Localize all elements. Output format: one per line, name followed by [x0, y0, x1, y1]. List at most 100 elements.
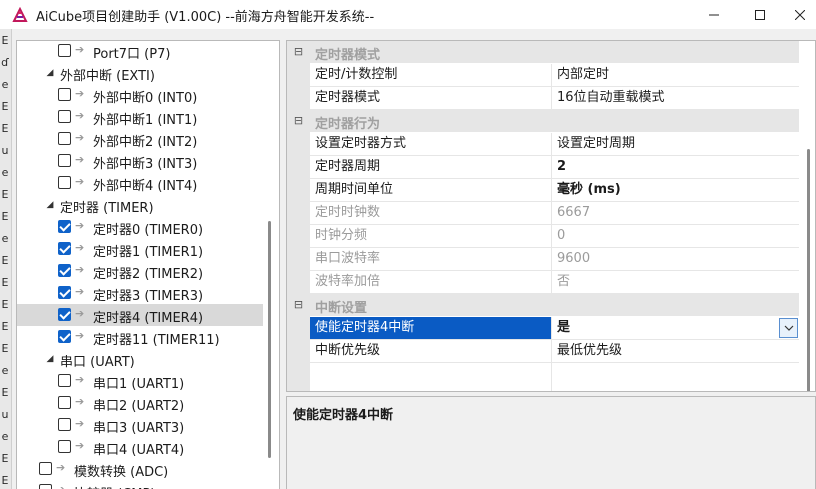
property-row[interactable]: 设置定时器方式 设置定时周期: [310, 133, 799, 156]
category-label: 定时器行为: [315, 117, 381, 132]
checkbox[interactable]: [58, 220, 71, 233]
arrow-right-icon: ➔: [75, 219, 85, 232]
checkbox[interactable]: [39, 462, 52, 475]
property-row[interactable]: 定时器模式 16位自动重载模式: [310, 87, 799, 110]
property-row[interactable]: 周期时间单位 毫秒 (ms): [310, 179, 799, 202]
tree-group-label: 串口 (UART): [60, 355, 135, 370]
checkbox[interactable]: [58, 154, 71, 167]
tree-item-9[interactable]: ➔ 定时器1 (TIMER1): [17, 238, 263, 260]
property-category[interactable]: ⊟ 定时器行为: [287, 110, 799, 132]
checkbox[interactable]: [39, 484, 52, 489]
expand-collapse-icon[interactable]: ◢: [45, 68, 55, 78]
collapse-icon[interactable]: ⊟: [293, 115, 304, 126]
property-grid[interactable]: ⊟ 定时器模式 定时/计数控制 内部定时 定时器模式 16位自动重载模式 ⊟ 定时器行为 设置定…: [286, 40, 816, 392]
tree-item-6[interactable]: ➔ 外部中断4 (INT4): [17, 172, 263, 194]
property-name: 串口波特率: [310, 248, 552, 270]
app-logo-icon: [12, 7, 28, 22]
property-value[interactable]: 内部定时: [552, 64, 799, 86]
checkbox[interactable]: [58, 308, 71, 321]
property-row[interactable]: 波特率加倍否: [310, 271, 799, 294]
property-value[interactable]: 设置定时周期: [552, 133, 799, 155]
checkbox[interactable]: [58, 176, 71, 189]
tree-item-8[interactable]: ➔ 定时器0 (TIMER0): [17, 216, 263, 238]
property-name: 定时器周期: [310, 156, 552, 178]
checkbox[interactable]: [58, 286, 71, 299]
arrow-right-icon: ➔: [75, 241, 85, 254]
property-value[interactable]: 16位自动重载模式: [552, 87, 799, 109]
property-name: 时钟分频: [310, 225, 552, 247]
property-value[interactable]: 是: [552, 317, 799, 339]
property-row[interactable]: 中断优先级 最低优先级: [310, 340, 799, 363]
tree-item-16[interactable]: ➔ 串口2 (UART2): [17, 392, 263, 414]
tree-item-3[interactable]: ➔ 外部中断1 (INT1): [17, 106, 263, 128]
background-window-glyph: E: [1, 452, 9, 465]
checkbox[interactable]: [58, 440, 71, 453]
property-value[interactable]: 毫秒 (ms): [552, 179, 799, 201]
collapse-icon[interactable]: ⊟: [293, 46, 304, 57]
property-value[interactable]: 2: [552, 156, 799, 178]
checkbox[interactable]: [58, 110, 71, 123]
tree-item-0[interactable]: ➔ Port7口 (P7): [17, 41, 263, 62]
property-row[interactable]: 串口波特率 9600: [310, 248, 799, 271]
property-row[interactable]: 时钟分频 0: [310, 225, 799, 248]
tree-item-13[interactable]: ➔ 定时器11 (TIMER11): [17, 326, 263, 348]
tree-item-5[interactable]: ➔ 外部中断3 (INT3): [17, 150, 263, 172]
tree-group-7[interactable]: ◢ 定时器 (TIMER): [17, 194, 263, 216]
tree-item-label: 定时器0 (TIMER0): [93, 223, 204, 238]
tree-item-11[interactable]: ➔ 定时器3 (TIMER3): [17, 282, 263, 304]
tree-item-15[interactable]: ➔ 串口1 (UART1): [17, 370, 263, 392]
property-row[interactable]: 定时器周期 2: [310, 156, 799, 179]
expand-collapse-icon[interactable]: ◢: [45, 354, 55, 364]
property-row[interactable]: 定时时钟数 6667: [310, 202, 799, 225]
category-label: 定时器模式: [315, 48, 381, 63]
property-row[interactable]: 定时/计数控制 内部定时: [310, 64, 799, 87]
tree-item-19[interactable]: ➔ 模数转换 (ADC): [17, 458, 263, 480]
property-category[interactable]: ⊟ 定时器模式: [287, 41, 799, 63]
arrow-right-icon: ➔: [75, 307, 85, 320]
checkbox[interactable]: [58, 242, 71, 255]
arrow-right-icon: ➔: [75, 153, 85, 166]
background-window-glyph: E: [1, 254, 9, 267]
property-grid-scrollbar-thumb[interactable]: [807, 149, 810, 391]
close-button[interactable]: [783, 0, 816, 29]
property-category[interactable]: ⊟ 中断设置: [287, 294, 799, 316]
property-name: 定时时钟数: [310, 202, 552, 224]
property-value[interactable]: 最低优先级: [552, 340, 799, 362]
background-window-glyph: e: [1, 78, 9, 91]
checkbox[interactable]: [58, 132, 71, 145]
checkbox[interactable]: [58, 264, 71, 277]
tree-item-18[interactable]: ➔ 串口4 (UART4): [17, 436, 263, 458]
expand-collapse-icon[interactable]: ◢: [45, 200, 55, 210]
property-description-panel: 使能定时器4中断: [286, 396, 816, 489]
checkbox[interactable]: [58, 396, 71, 409]
minimize-button[interactable]: [691, 0, 737, 29]
tree-item-label: Port7口 (P7): [93, 47, 171, 62]
tree-group-1[interactable]: ◢ 外部中断 (EXTI): [17, 62, 263, 84]
background-window-edge: EɗeEEueEEeEEEEEeEueEE: [0, 29, 12, 489]
tree-item-12[interactable]: ➔ 定时器4 (TIMER4): [17, 304, 263, 326]
property-name: 定时/计数控制: [310, 64, 552, 86]
minimize-icon: [709, 14, 719, 15]
checkbox[interactable]: [58, 44, 71, 57]
dropdown-button[interactable]: [779, 318, 798, 338]
arrow-right-icon: ➔: [75, 175, 85, 188]
arrow-right-icon: ➔: [75, 87, 85, 100]
background-window-glyph: E: [1, 122, 9, 135]
checkbox[interactable]: [58, 374, 71, 387]
tree-item-2[interactable]: ➔ 外部中断0 (INT0): [17, 84, 263, 106]
tree-item-10[interactable]: ➔ 定时器2 (TIMER2): [17, 260, 263, 282]
property-name: 设置定时器方式: [310, 133, 552, 155]
maximize-button[interactable]: [737, 0, 783, 29]
checkbox[interactable]: [58, 88, 71, 101]
tree-item-17[interactable]: ➔ 串口3 (UART3): [17, 414, 263, 436]
checkbox[interactable]: [58, 418, 71, 431]
tree-item-20[interactable]: ➔ 比较器 (CMP): [17, 480, 263, 489]
tree-item-4[interactable]: ➔ 外部中断2 (INT2): [17, 128, 263, 150]
peripheral-tree[interactable]: ➔ Port7口 (P7) ◢ 外部中断 (EXTI) ➔ 外部中断0 (INT0) ➔ 外部…: [16, 40, 280, 489]
tree-item-label: 定时器3 (TIMER3): [93, 289, 204, 304]
tree-group-14[interactable]: ◢ 串口 (UART): [17, 348, 263, 370]
collapse-icon[interactable]: ⊟: [293, 299, 304, 310]
checkbox[interactable]: [58, 330, 71, 343]
property-row[interactable]: 使能定时器4中断是: [310, 317, 799, 340]
tree-scrollbar-thumb[interactable]: [268, 221, 271, 458]
